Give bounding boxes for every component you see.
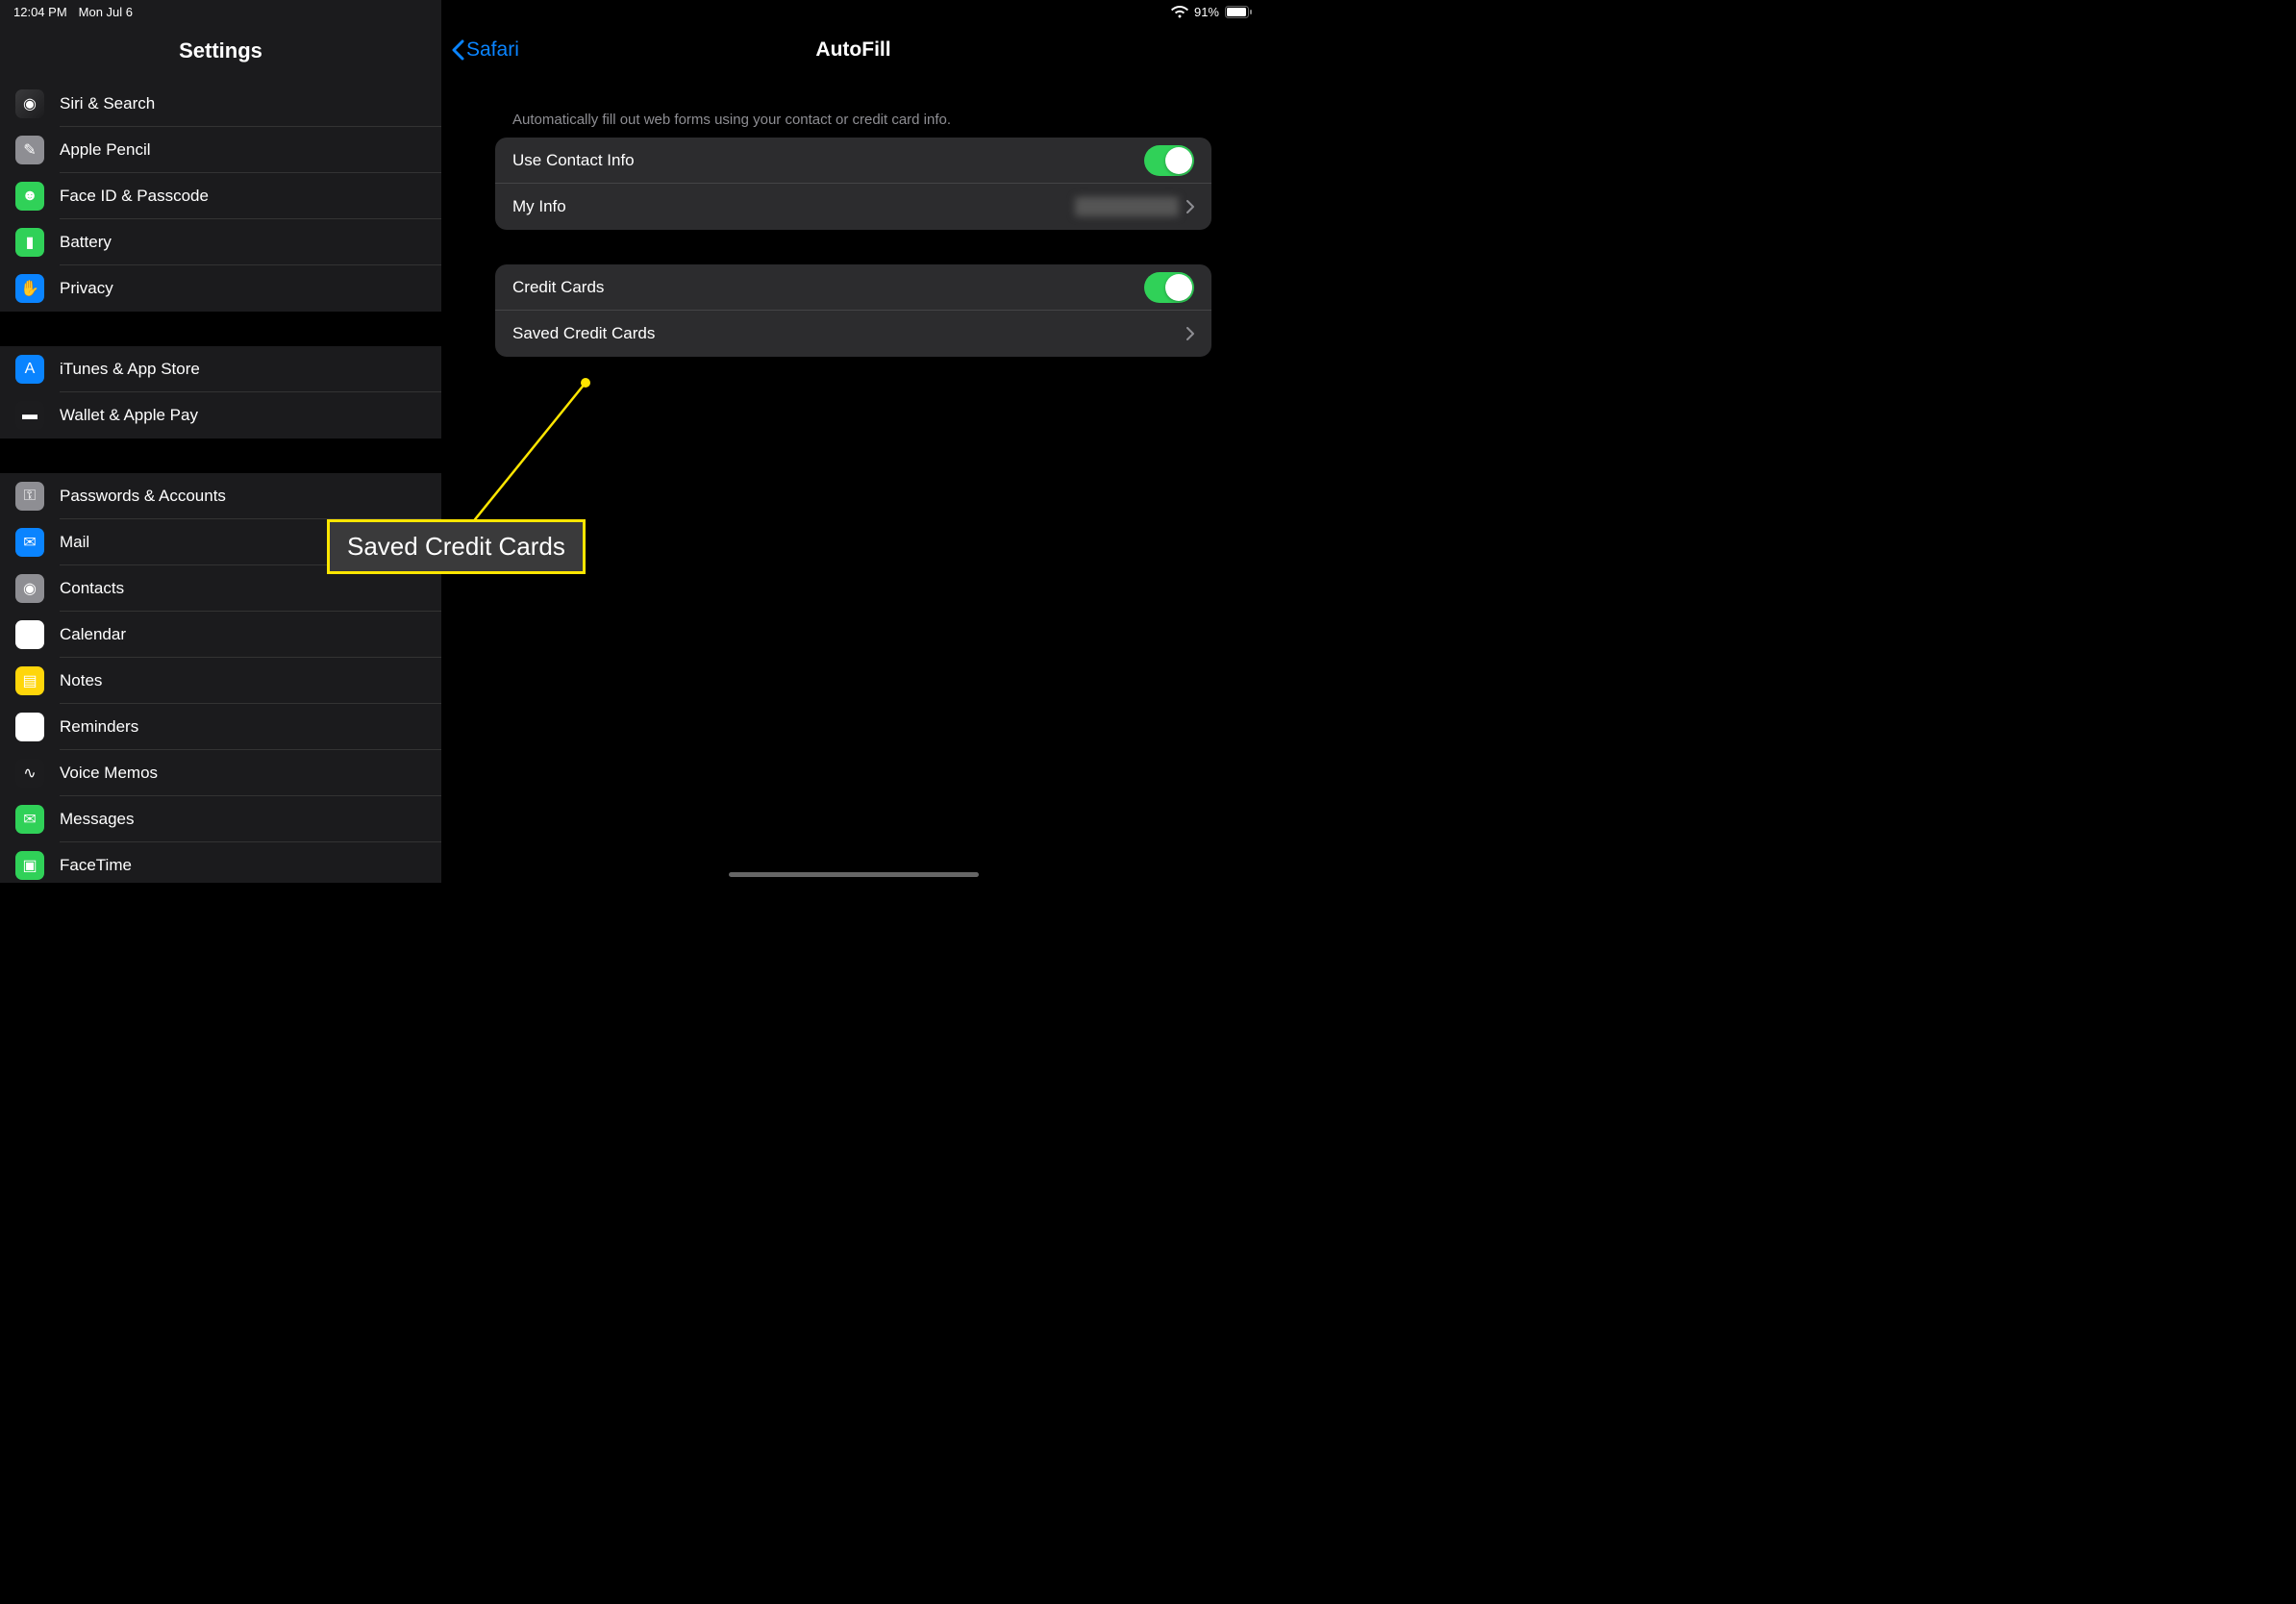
sidebar-item-label: Passwords & Accounts: [60, 473, 441, 519]
sidebar-item-facetime[interactable]: ▣ FaceTime: [0, 842, 441, 883]
sidebar-item-mail-icon: ✉: [15, 528, 44, 557]
sidebar-item-label: Siri & Search: [60, 81, 441, 127]
sidebar-item-label: Calendar: [60, 612, 441, 658]
sidebar-item-calendar[interactable]: ▦ Calendar: [0, 612, 441, 658]
sidebar-item-label: Face ID & Passcode: [60, 173, 441, 219]
sidebar-title: Settings: [0, 27, 441, 81]
sidebar-item-messages-icon: ✉: [15, 805, 44, 834]
sidebar-item-faceid-icon: ☻: [15, 182, 44, 211]
sidebar-item-label: Notes: [60, 658, 441, 704]
sidebar-item-label: FaceTime: [60, 842, 441, 883]
sidebar-item-label: Wallet & Apple Pay: [60, 392, 441, 439]
row-saved-credit-cards[interactable]: Saved Credit Cards: [495, 311, 1211, 357]
row-label: Use Contact Info: [512, 151, 1144, 170]
sidebar-item-label: Privacy: [60, 265, 441, 312]
sidebar-item-wallet[interactable]: ▬ Wallet & Apple Pay: [0, 392, 441, 439]
sidebar-item-reminders-icon: ⋮: [15, 713, 44, 741]
detail-pane: Safari AutoFill Automatically fill out w…: [441, 0, 1265, 883]
sidebar-list[interactable]: ◉ Siri & Search ✎ Apple Pencil ☻ Face ID & Pa…: [0, 81, 441, 883]
sidebar-item-battery-icon: ▮: [15, 228, 44, 257]
status-time: 12:04 PM: [13, 5, 67, 19]
sidebar-item-label: Voice Memos: [60, 750, 441, 796]
back-label: Safari: [466, 38, 519, 62]
status-date: Mon Jul 6: [79, 5, 133, 19]
sidebar-item-passwords[interactable]: ⚿ Passwords & Accounts: [0, 473, 441, 519]
back-button[interactable]: Safari: [441, 38, 519, 62]
row-label: Credit Cards: [512, 278, 1144, 297]
sidebar-item-siri-icon: ◉: [15, 89, 44, 118]
detail-header: Safari AutoFill: [441, 27, 1265, 73]
sidebar-item-label: Reminders: [60, 704, 441, 750]
sidebar-item-wallet-icon: ▬: [15, 401, 44, 430]
sidebar-item-calendar-icon: ▦: [15, 620, 44, 649]
row-credit-cards: Credit Cards: [495, 264, 1211, 311]
row-label: Saved Credit Cards: [512, 324, 1186, 343]
section-caption: Automatically fill out web forms using y…: [495, 112, 1211, 138]
sidebar-item-notes-icon: ▤: [15, 666, 44, 695]
battery-pct: 91%: [1194, 5, 1219, 19]
sidebar-item-voicememos-icon: ∿: [15, 759, 44, 788]
sidebar-item-privacy[interactable]: ✋ Privacy: [0, 265, 441, 312]
sidebar-item-privacy-icon: ✋: [15, 274, 44, 303]
battery-icon: [1225, 6, 1252, 18]
status-bar: 12:04 PM Mon Jul 6 91%: [0, 0, 1265, 23]
chevron-right-icon: [1186, 200, 1194, 213]
row-value: ████████: [1075, 197, 1179, 216]
section-credit-cards: Credit Cards Saved Credit Cards: [495, 264, 1211, 357]
sidebar-item-battery[interactable]: ▮ Battery: [0, 219, 441, 265]
sidebar-item-reminders[interactable]: ⋮ Reminders: [0, 704, 441, 750]
sidebar-item-label: Messages: [60, 796, 441, 842]
sidebar-item-facetime-icon: ▣: [15, 851, 44, 880]
sidebar-item-contacts[interactable]: ◉ Contacts: [0, 565, 441, 612]
sidebar-item-pencil-icon: ✎: [15, 136, 44, 164]
sidebar-item-appstore-icon: A: [15, 355, 44, 384]
sidebar-item-mail[interactable]: ✉ Mail: [0, 519, 441, 565]
sidebar-item-appstore[interactable]: AiTunes & App Store: [0, 346, 441, 392]
section-contact: Use Contact Info My Info ████████: [495, 138, 1211, 230]
sidebar-item-passwords-icon: ⚿: [15, 482, 44, 511]
row-label: My Info: [512, 197, 1075, 216]
toggle-credit-cards[interactable]: [1144, 272, 1194, 303]
sidebar-item-contacts-icon: ◉: [15, 574, 44, 603]
row-my-info[interactable]: My Info ████████: [495, 184, 1211, 230]
sidebar-item-voicememos[interactable]: ∿ Voice Memos: [0, 750, 441, 796]
toggle-use-contact-info[interactable]: [1144, 145, 1194, 176]
sidebar-item-label: Mail: [60, 519, 441, 565]
wifi-icon: [1171, 6, 1188, 18]
sidebar-item-pencil[interactable]: ✎ Apple Pencil: [0, 127, 441, 173]
row-use-contact-info: Use Contact Info: [495, 138, 1211, 184]
sidebar-item-label: Battery: [60, 219, 441, 265]
home-indicator: [729, 872, 979, 877]
settings-sidebar: Settings ◉ Siri & Search ✎ Apple Pencil ☻ Fac…: [0, 0, 441, 883]
sidebar-item-messages[interactable]: ✉ Messages: [0, 796, 441, 842]
sidebar-item-siri[interactable]: ◉ Siri & Search: [0, 81, 441, 127]
sidebar-item-faceid[interactable]: ☻ Face ID & Passcode: [0, 173, 441, 219]
sidebar-item-label: Apple Pencil: [60, 127, 441, 173]
sidebar-item-notes[interactable]: ▤ Notes: [0, 658, 441, 704]
chevron-right-icon: [1186, 327, 1194, 340]
sidebar-item-label: Contacts: [60, 565, 441, 612]
sidebar-item-label: iTunes & App Store: [60, 346, 441, 392]
page-title: AutoFill: [441, 38, 1265, 62]
